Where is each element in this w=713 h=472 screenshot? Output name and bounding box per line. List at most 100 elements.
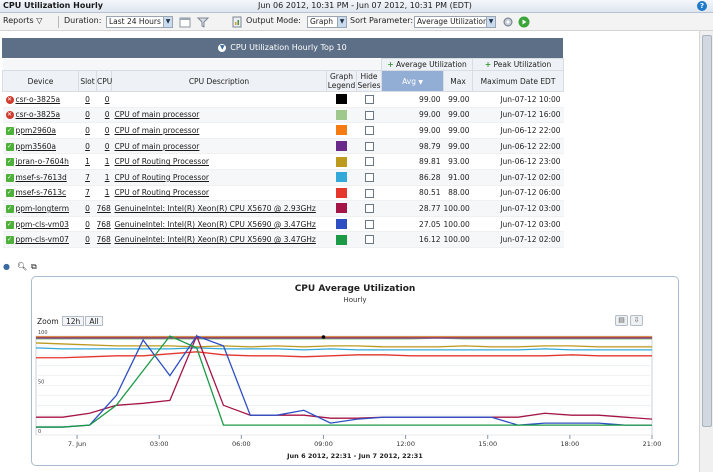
device-link[interactable]: msef-s-7613d xyxy=(16,173,67,182)
hide-series-checkbox[interactable] xyxy=(364,157,374,167)
cpu-link[interactable]: 0 xyxy=(105,110,110,119)
table-row[interactable]: ✕ csr-o-3825a 0 0 99.00 99.00 Jun-07-12 10:00 xyxy=(2,91,564,108)
hide-series-checkbox[interactable] xyxy=(364,204,374,214)
x-tick-label: 09:00 xyxy=(314,440,333,448)
table-row[interactable]: ✓ ppm-longterm 0 768 GenuineIntel: Intel(R) … xyxy=(2,200,564,217)
cpu-link[interactable]: 0 xyxy=(105,126,110,135)
cpu-description-link[interactable]: CPU of main processor xyxy=(115,142,200,151)
col-device[interactable]: Device xyxy=(2,70,79,92)
slot-link[interactable]: 0 xyxy=(85,142,90,151)
collapse-icon[interactable]: ▼ xyxy=(218,43,227,52)
x-tick-label: 18:00 xyxy=(560,440,579,448)
slot-link[interactable]: 7 xyxy=(85,173,90,182)
slot-link[interactable]: 0 xyxy=(85,220,90,229)
legend-swatch xyxy=(336,141,347,152)
slot-link[interactable]: 7 xyxy=(85,188,90,197)
window-titlebar: CPU Utilization Hourly Jun 06 2012, 10:3… xyxy=(0,0,713,13)
device-link[interactable]: ppm-longterm xyxy=(16,204,70,213)
slot-link[interactable]: 0 xyxy=(85,110,90,119)
cpu-description-link[interactable]: CPU of Routing Processor xyxy=(115,173,210,182)
slot-link[interactable]: 0 xyxy=(85,95,90,104)
cpu-description-link[interactable]: GenuineIntel: Intel(R) Xeon(R) CPU X5690… xyxy=(115,235,316,244)
ok-status-icon: ✓ xyxy=(5,220,14,229)
col-cpu[interactable]: CPU xyxy=(96,70,112,92)
max-cell: 93.00 xyxy=(443,153,473,170)
grid-title: CPU Utilization Hourly Top 10 xyxy=(230,43,347,52)
plus-icon[interactable]: + xyxy=(387,60,393,69)
vertical-scrollbar[interactable] xyxy=(699,31,713,472)
settings-icon[interactable] xyxy=(502,16,514,28)
device-link[interactable]: ppm-cls-vm03 xyxy=(16,220,69,229)
filter-icon[interactable] xyxy=(196,16,210,28)
cpu-link[interactable]: 1 xyxy=(105,173,110,182)
cpu-link[interactable]: 1 xyxy=(105,157,110,166)
device-link[interactable]: ipran-o-7604h xyxy=(16,157,69,166)
cpu-link[interactable]: 0 xyxy=(105,95,110,104)
hide-series-checkbox[interactable] xyxy=(364,219,374,229)
table-row[interactable]: ✓ msef-s-7613d 7 1 CPU of Routing Processor 8… xyxy=(2,169,564,186)
reports-menu[interactable]: Reports ▽ xyxy=(3,16,42,25)
hide-series-checkbox[interactable] xyxy=(364,173,374,183)
cpu-description-link[interactable]: GenuineIntel: Intel(R) Xeon(R) CPU X5670… xyxy=(115,204,316,213)
avg-cell: 89.81 xyxy=(381,153,444,170)
cpu-link[interactable]: 768 xyxy=(97,204,111,213)
table-row[interactable]: ✓ ppm2960a 0 0 CPU of main processor 99.00 99.… xyxy=(2,122,564,139)
slot-link[interactable]: 1 xyxy=(85,157,90,166)
cpu-link[interactable]: 0 xyxy=(105,142,110,151)
output-mode-select[interactable]: Graph ▼ xyxy=(307,16,347,28)
slot-link[interactable]: 0 xyxy=(85,235,90,244)
sort-parameter-select[interactable]: Average Utilization ▼ xyxy=(414,16,496,28)
slot-cell: 0 xyxy=(78,138,97,155)
duration-select[interactable]: Last 24 Hours ▼ xyxy=(106,16,173,28)
copy-icon[interactable]: ⧉ xyxy=(31,262,41,272)
device-link[interactable]: ppm2960a xyxy=(16,126,57,135)
table-row[interactable]: ✓ ipran-o-7604h 1 1 CPU of Routing Processor… xyxy=(2,153,564,170)
scrollbar-thumb[interactable] xyxy=(702,35,712,427)
device-link[interactable]: msef-s-7613c xyxy=(16,188,67,197)
collapse-chart-icon[interactable]: ● xyxy=(3,262,13,271)
max-date-cell: Jun-07-12 10:00 xyxy=(472,91,564,108)
report-date-range: Jun 06 2012, 10:31 PM - Jun 07 2012, 10:… xyxy=(258,1,472,10)
hide-series-checkbox[interactable] xyxy=(364,188,374,198)
table-row[interactable]: ✓ msef-s-7613c 7 1 CPU of Routing Processor 8… xyxy=(2,185,564,202)
x-tick-label: 06:00 xyxy=(232,440,251,448)
cpu-link[interactable]: 768 xyxy=(97,235,111,244)
cpu-description-link[interactable]: CPU of main processor xyxy=(115,110,200,119)
hide-series-checkbox[interactable] xyxy=(364,141,374,151)
hide-series-checkbox[interactable] xyxy=(364,126,374,136)
col-avg[interactable]: Avg ▼ xyxy=(381,70,445,92)
table-row[interactable]: ✓ ppm-cls-vm07 0 768 GenuineIntel: Intel(R) … xyxy=(2,231,564,248)
device-link[interactable]: ppm-cls-vm07 xyxy=(16,235,69,244)
table-row[interactable]: ✓ ppm-cls-vm03 0 768 GenuineIntel: Intel(R) … xyxy=(2,216,564,233)
hide-series-checkbox[interactable] xyxy=(364,235,374,245)
cpu-description-link[interactable]: GenuineIntel: Intel(R) Xeon(R) CPU X5690… xyxy=(115,220,316,229)
col-cpu-description[interactable]: CPU Description xyxy=(111,70,327,92)
cpu-description-link[interactable]: CPU of main processor xyxy=(115,126,200,135)
run-icon[interactable] xyxy=(518,16,530,28)
col-hide-series: Hide Series xyxy=(355,70,383,92)
cpu-link[interactable]: 1 xyxy=(105,188,110,197)
zoom-icon[interactable]: 🔍︎ xyxy=(17,262,27,271)
max-cell: 99.00 xyxy=(443,138,473,155)
plus-icon[interactable]: + xyxy=(485,60,491,69)
device-link[interactable]: csr-o-3825a xyxy=(16,95,61,104)
col-slot[interactable]: Slot xyxy=(78,70,97,92)
calendar-icon[interactable] xyxy=(179,16,191,28)
cpu-cell: 768 xyxy=(96,200,112,217)
col-max[interactable]: Max xyxy=(443,70,474,92)
device-link[interactable]: csr-o-3825a xyxy=(16,110,61,119)
slot-link[interactable]: 0 xyxy=(85,204,90,213)
table-row[interactable]: ✕ csr-o-3825a 0 0 CPU of main processor 99.00… xyxy=(2,107,564,124)
table-row[interactable]: ✓ ppm3560a 0 0 CPU of main processor 98.79 99.… xyxy=(2,138,564,155)
slot-link[interactable]: 0 xyxy=(85,126,90,135)
cpu-description-link[interactable]: CPU of Routing Processor xyxy=(115,188,210,197)
hide-series-checkbox[interactable] xyxy=(364,95,374,105)
cpu-description-link[interactable]: CPU of Routing Processor xyxy=(115,157,210,166)
ok-status-icon: ✓ xyxy=(5,204,14,213)
col-max-date[interactable]: Maximum Date EDT xyxy=(472,70,565,92)
output-mode-label: Output Mode: xyxy=(246,16,301,25)
device-link[interactable]: ppm3560a xyxy=(16,142,57,151)
hide-series-checkbox[interactable] xyxy=(364,110,374,120)
help-icon[interactable]: ? xyxy=(697,1,707,11)
cpu-link[interactable]: 768 xyxy=(97,220,111,229)
